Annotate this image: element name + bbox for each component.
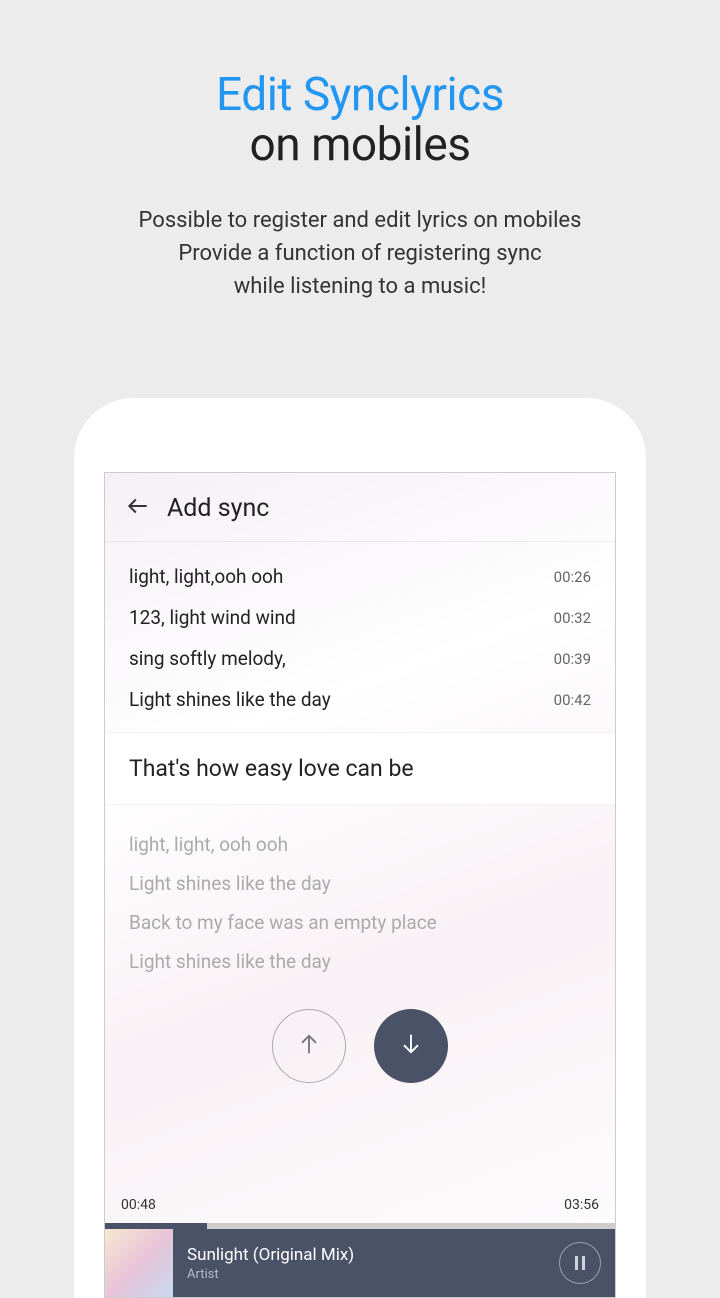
elapsed-time: 00:48	[121, 1197, 156, 1213]
lyric-text: light, light,ooh ooh	[129, 565, 283, 588]
lyric-time: 00:26	[554, 568, 591, 586]
track-title: Sunlight (Original Mix)	[187, 1245, 559, 1265]
lyric-time: 00:39	[554, 650, 591, 668]
upcoming-line[interactable]: light, light, ooh ooh	[129, 825, 591, 864]
track-artist: Artist	[187, 1267, 559, 1282]
arrow-up-icon	[295, 1030, 323, 1062]
synced-row[interactable]: Light shines like the day 00:42	[129, 679, 591, 720]
track-info: Sunlight (Original Mix) Artist	[173, 1245, 559, 1282]
synced-row[interactable]: 123, light wind wind 00:32	[129, 597, 591, 638]
sync-up-button[interactable]	[272, 1009, 346, 1083]
promo-sub-line: Possible to register and edit lyrics on …	[0, 204, 720, 237]
lyric-time: 00:42	[554, 691, 591, 709]
total-time: 03:56	[564, 1197, 599, 1213]
promo-title-line2: on mobiles	[0, 118, 720, 172]
upcoming-lyrics-list: light, light, ooh ooh Light shines like …	[105, 805, 615, 991]
promo-subtitle: Possible to register and edit lyrics on …	[0, 204, 720, 303]
upcoming-line[interactable]: Light shines like the day	[129, 942, 591, 981]
upcoming-line[interactable]: Back to my face was an empty place	[129, 903, 591, 942]
synced-row[interactable]: light, light,ooh ooh 00:26	[129, 556, 591, 597]
promo-header: Edit Synclyrics on mobiles Possible to r…	[0, 0, 720, 303]
album-art	[105, 1229, 173, 1297]
lyric-time: 00:32	[554, 609, 591, 627]
pause-icon	[575, 1256, 585, 1270]
app-header: Add sync	[105, 473, 615, 542]
sync-down-button[interactable]	[374, 1009, 448, 1083]
promo-sub-line: Provide a function of registering sync	[0, 237, 720, 270]
synced-row[interactable]: sing softly melody, 00:39	[129, 638, 591, 679]
screen-title: Add sync	[167, 494, 269, 523]
sync-controls	[105, 1009, 615, 1083]
upcoming-line[interactable]: Light shines like the day	[129, 864, 591, 903]
now-playing-bar[interactable]: Sunlight (Original Mix) Artist	[105, 1229, 615, 1297]
lyric-text: 123, light wind wind	[129, 606, 296, 629]
lyric-text: sing softly melody,	[129, 647, 286, 670]
promo-sub-line: while listening to a music!	[0, 270, 720, 303]
lyric-text: Light shines like the day	[129, 688, 331, 711]
progress-area: 00:48 03:56	[105, 1197, 615, 1223]
arrow-down-icon	[397, 1030, 425, 1062]
pause-button[interactable]	[559, 1242, 601, 1284]
back-arrow-icon[interactable]	[125, 493, 151, 523]
synced-lyrics-list: light, light,ooh ooh 00:26 123, light wi…	[105, 542, 615, 732]
current-lyric-line[interactable]: That's how easy love can be	[105, 732, 615, 805]
phone-screen: Add sync light, light,ooh ooh 00:26 123,…	[104, 472, 616, 1298]
promo-title-line1: Edit Synclyrics	[0, 68, 720, 122]
phone-mockup: Add sync light, light,ooh ooh 00:26 123,…	[74, 398, 646, 1298]
